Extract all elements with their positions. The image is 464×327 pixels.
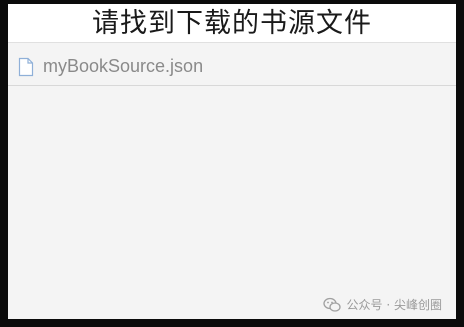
watermark: 公众号 · 尖峰创圈	[322, 296, 442, 313]
wechat-icon	[322, 297, 341, 313]
file-picker-screen: 请找到下载的书源文件 myBookSource.json 公众号 · 尖峰创圈	[8, 4, 456, 319]
file-list-item[interactable]: myBookSource.json	[8, 48, 456, 86]
watermark-text: 公众号 · 尖峰创圈	[346, 298, 442, 312]
header-bar: 请找到下载的书源文件	[8, 4, 456, 43]
file-name: myBookSource.json	[43, 56, 204, 76]
file-icon	[18, 57, 34, 77]
page-title: 请找到下载的书源文件	[92, 7, 372, 39]
